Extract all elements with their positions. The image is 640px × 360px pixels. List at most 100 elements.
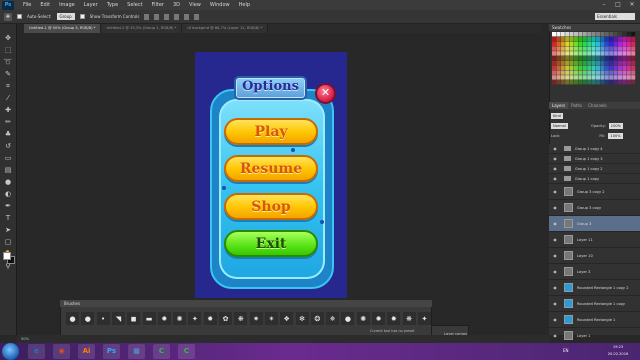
- swatch[interactable]: [622, 36, 627, 42]
- swatch[interactable]: [618, 65, 622, 70]
- swatch[interactable]: [587, 36, 592, 42]
- swatch[interactable]: [604, 65, 609, 70]
- swatch[interactable]: [604, 32, 609, 37]
- visibility-eye-icon[interactable]: ◉: [552, 253, 558, 258]
- swatch[interactable]: [631, 75, 636, 80]
- swatch[interactable]: [609, 32, 614, 37]
- swatch[interactable]: [574, 60, 578, 66]
- swatch[interactable]: [565, 75, 570, 80]
- swatch[interactable]: [604, 56, 609, 61]
- swatch[interactable]: [596, 41, 600, 46]
- brush-preset[interactable]: ◼: [127, 312, 141, 325]
- swatch[interactable]: [587, 32, 592, 37]
- brush-preset[interactable]: ✻: [295, 312, 309, 325]
- swatch[interactable]: [569, 36, 574, 42]
- swatch[interactable]: [622, 41, 627, 46]
- swatch[interactable]: [565, 46, 570, 51]
- swatch[interactable]: [582, 60, 587, 66]
- swatch[interactable]: [609, 36, 614, 42]
- align-middle-icon[interactable]: [154, 13, 160, 20]
- swatch[interactable]: [631, 32, 636, 37]
- swatch[interactable]: [613, 41, 618, 46]
- swatch[interactable]: [574, 46, 578, 51]
- swatch[interactable]: [560, 60, 565, 66]
- swatch[interactable]: [626, 41, 631, 46]
- swatch[interactable]: [582, 51, 587, 56]
- dodge-icon[interactable]: ◐: [3, 190, 13, 199]
- swatch[interactable]: [587, 70, 592, 75]
- swatch[interactable]: [587, 60, 592, 66]
- swatch[interactable]: [560, 41, 565, 46]
- swatch[interactable]: [560, 75, 565, 80]
- foreground-color-swatch[interactable]: [3, 252, 11, 260]
- swatch[interactable]: [631, 36, 636, 42]
- swatch[interactable]: [578, 51, 583, 56]
- swatch[interactable]: [574, 36, 578, 42]
- menu-view[interactable]: View: [189, 2, 201, 8]
- swatch[interactable]: [569, 51, 574, 56]
- align-right-icon[interactable]: [194, 13, 200, 20]
- shape-icon[interactable]: ▢: [3, 238, 13, 247]
- swatch[interactable]: [556, 80, 561, 85]
- swatch[interactable]: [613, 60, 618, 66]
- swatch[interactable]: [587, 56, 592, 61]
- brush-preset[interactable]: ✸: [387, 312, 401, 325]
- swatch[interactable]: [556, 60, 561, 66]
- swatch[interactable]: [596, 60, 600, 66]
- swatch[interactable]: [622, 65, 627, 70]
- pen-icon[interactable]: ✒: [3, 202, 13, 211]
- visibility-eye-icon[interactable]: ◉: [552, 333, 558, 338]
- eyedropper-icon[interactable]: ⁄: [3, 94, 13, 103]
- swatch[interactable]: [600, 41, 605, 46]
- swatch[interactable]: [626, 51, 631, 56]
- swatch[interactable]: [560, 32, 565, 37]
- show-transform-checkbox[interactable]: [79, 14, 85, 19]
- visibility-eye-icon[interactable]: ◉: [552, 176, 558, 181]
- brush-preset[interactable]: ✵: [326, 312, 340, 325]
- swatch[interactable]: [631, 51, 636, 56]
- swatch[interactable]: [565, 70, 570, 75]
- swatch[interactable]: [609, 80, 614, 85]
- start-button[interactable]: [2, 343, 19, 360]
- swatch[interactable]: [569, 32, 574, 37]
- swatch[interactable]: [578, 56, 583, 61]
- brush-preset[interactable]: ✸: [203, 312, 217, 325]
- swatch[interactable]: [613, 32, 618, 37]
- swatch[interactable]: [631, 41, 636, 46]
- brush-preset[interactable]: ●: [341, 312, 355, 325]
- swatch[interactable]: [591, 36, 596, 42]
- swatch[interactable]: [631, 60, 636, 66]
- swatch[interactable]: [578, 46, 583, 51]
- swatch[interactable]: [578, 70, 583, 75]
- swatch[interactable]: [600, 46, 605, 51]
- swatch[interactable]: [560, 70, 565, 75]
- brush-preset[interactable]: ▬: [142, 312, 156, 325]
- swatch[interactable]: [587, 41, 592, 46]
- taskbar-app-icon[interactable]: ▦: [128, 344, 145, 359]
- tab-paths[interactable]: Paths: [568, 102, 585, 109]
- shop-button[interactable]: Shop: [224, 193, 318, 220]
- layer-row[interactable]: ◉ Group 1 copy 3: [549, 154, 640, 164]
- swatch[interactable]: [565, 80, 570, 85]
- swatch[interactable]: [609, 70, 614, 75]
- swatch[interactable]: [591, 70, 596, 75]
- brush-preset[interactable]: ✦: [188, 312, 202, 325]
- menu-edit[interactable]: Edit: [40, 2, 50, 8]
- swatch[interactable]: [600, 70, 605, 75]
- swatch[interactable]: [552, 41, 556, 46]
- brush-icon[interactable]: ✏: [3, 118, 13, 127]
- swatch[interactable]: [552, 75, 556, 80]
- brush-preset[interactable]: ◥: [111, 312, 125, 325]
- layer-row[interactable]: ◉ Group 1 copy 4: [549, 144, 640, 154]
- swatch[interactable]: [609, 41, 614, 46]
- swatch[interactable]: [596, 80, 600, 85]
- swatch[interactable]: [622, 75, 627, 80]
- swatch[interactable]: [569, 41, 574, 46]
- layer-row[interactable]: ◉ Layer 11: [549, 232, 640, 248]
- swatch[interactable]: [574, 51, 578, 56]
- swatch[interactable]: [556, 56, 561, 61]
- swatch[interactable]: [591, 46, 596, 51]
- brush-preset[interactable]: ✹: [372, 312, 385, 325]
- menu-3d[interactable]: 3D: [173, 2, 180, 8]
- swatch[interactable]: [582, 65, 587, 70]
